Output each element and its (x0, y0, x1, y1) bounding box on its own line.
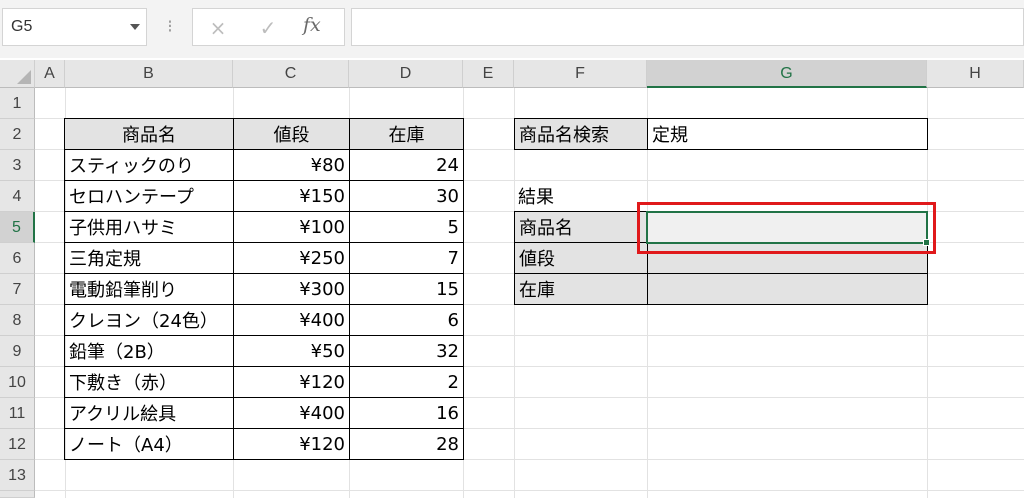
result-label-stock[interactable]: 在庫 (514, 273, 648, 305)
table-cell-name[interactable]: クレヨン（24色） (64, 304, 234, 336)
table-cell-name[interactable]: 電動鉛筆削り (64, 273, 234, 305)
gridline (35, 490, 1024, 491)
formula-input[interactable] (351, 8, 1024, 46)
search-label-cell[interactable]: 商品名検索 (514, 118, 648, 150)
row-header-3[interactable]: 3 (0, 150, 35, 181)
formula-buttons: × ✓ fx (192, 8, 345, 46)
column-header-E[interactable]: E (463, 60, 514, 88)
table-cell-price[interactable]: ¥300 (233, 273, 350, 305)
result-label-name[interactable]: 商品名 (514, 211, 648, 243)
table-header-stock[interactable]: 在庫 (349, 118, 464, 150)
table-cell-price[interactable]: ¥120 (233, 428, 350, 460)
table-cell-name[interactable]: スティックのり (64, 149, 234, 181)
table-cell-name[interactable]: ノート（A4） (64, 428, 234, 460)
row-header-1[interactable]: 1 (0, 88, 35, 119)
enter-icon[interactable]: ✓ (255, 15, 281, 41)
select-all-icon (17, 70, 31, 84)
table-cell-name[interactable]: 子供用ハサミ (64, 211, 234, 243)
search-input-cell[interactable]: 定規 (647, 118, 928, 150)
table-cell-name[interactable]: セロハンテープ (64, 180, 234, 212)
column-header-H[interactable]: H (927, 60, 1024, 88)
row-header-4[interactable]: 4 (0, 181, 35, 212)
table-cell-name[interactable]: 下敷き（赤） (64, 366, 234, 398)
table-cell-stock[interactable]: 6 (349, 304, 464, 336)
highlight-annotation-box (637, 202, 936, 254)
table-header-name[interactable]: 商品名 (64, 118, 234, 150)
insert-function-icon[interactable]: fx (303, 14, 321, 36)
table-cell-name[interactable]: アクリル絵具 (64, 397, 234, 429)
column-header-C[interactable]: C (233, 60, 349, 88)
dropdown-arrow-icon[interactable] (130, 24, 140, 30)
name-box[interactable]: G5 (2, 8, 147, 46)
result-value-stock[interactable] (647, 273, 928, 305)
table-cell-price[interactable]: ¥80 (233, 149, 350, 181)
more-options-icon[interactable]: ⁝ (167, 14, 173, 40)
table-cell-price[interactable]: ¥400 (233, 304, 350, 336)
name-box-value: G5 (11, 18, 33, 35)
table-cell-stock[interactable]: 7 (349, 242, 464, 274)
row-header-14[interactable] (0, 491, 35, 498)
row-header-12[interactable]: 12 (0, 429, 35, 460)
table-cell-price[interactable]: ¥120 (233, 366, 350, 398)
cancel-icon[interactable]: × (205, 15, 231, 41)
table-cell-price[interactable]: ¥250 (233, 242, 350, 274)
table-cell-price[interactable]: ¥50 (233, 335, 350, 367)
table-cell-stock[interactable]: 15 (349, 273, 464, 305)
select-all-button[interactable] (0, 60, 35, 88)
column-header-F[interactable]: F (514, 60, 647, 88)
result-title-cell[interactable]: 結果 (514, 180, 648, 212)
table-cell-stock[interactable]: 2 (349, 366, 464, 398)
row-header-13[interactable]: 13 (0, 460, 35, 491)
table-cell-price[interactable]: ¥400 (233, 397, 350, 429)
row-header-5[interactable]: 5 (0, 212, 35, 243)
row-header-9[interactable]: 9 (0, 336, 35, 367)
spreadsheet-grid: A B C D E F G H 1 2 3 4 5 6 7 8 9 10 11 … (0, 60, 1024, 498)
table-cell-name[interactable]: 鉛筆（2B） (64, 335, 234, 367)
table-cell-stock[interactable]: 5 (349, 211, 464, 243)
table-cell-stock[interactable]: 28 (349, 428, 464, 460)
column-header-A[interactable]: A (35, 60, 65, 88)
result-label-price[interactable]: 値段 (514, 242, 648, 274)
table-cell-price[interactable]: ¥150 (233, 180, 350, 212)
table-cell-name[interactable]: 三角定規 (64, 242, 234, 274)
table-cell-stock[interactable]: 16 (349, 397, 464, 429)
row-header-2[interactable]: 2 (0, 119, 35, 150)
column-header-G[interactable]: G (647, 60, 927, 88)
row-header-8[interactable]: 8 (0, 305, 35, 336)
row-header-6[interactable]: 6 (0, 243, 35, 274)
table-header-price[interactable]: 値段 (233, 118, 350, 150)
row-header-10[interactable]: 10 (0, 367, 35, 398)
table-cell-stock[interactable]: 30 (349, 180, 464, 212)
row-header-11[interactable]: 11 (0, 398, 35, 429)
column-header-B[interactable]: B (65, 60, 233, 88)
row-header-7[interactable]: 7 (0, 274, 35, 305)
column-header-D[interactable]: D (349, 60, 463, 88)
table-cell-price[interactable]: ¥100 (233, 211, 350, 243)
table-cell-stock[interactable]: 32 (349, 335, 464, 367)
table-cell-stock[interactable]: 24 (349, 149, 464, 181)
formula-bar: G5 ⁝ × ✓ fx (0, 0, 1024, 58)
